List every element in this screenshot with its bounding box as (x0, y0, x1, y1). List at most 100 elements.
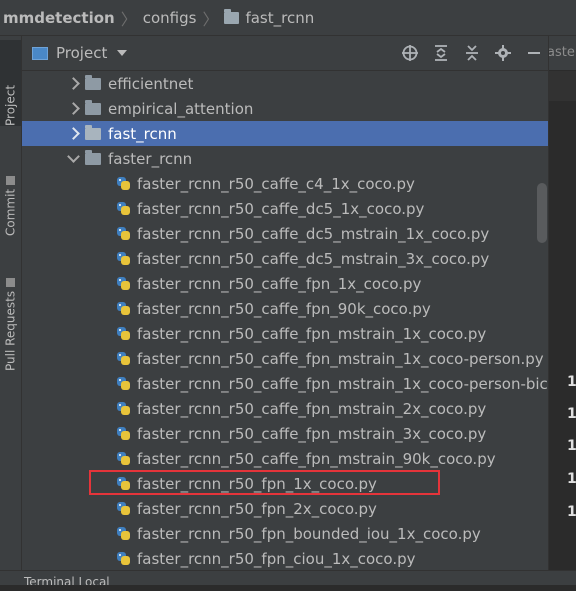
collapse-all-icon[interactable] (462, 43, 482, 63)
chevron-right-icon[interactable] (66, 102, 80, 115)
tree-folder-fast-rcnn[interactable]: fast_rcnn (22, 121, 548, 146)
line-number: 1 (567, 504, 576, 520)
tool-tab-pull-requests-label: Pull Requests (3, 290, 18, 371)
pull-request-icon (6, 277, 15, 287)
editor-tab-label: aste (549, 45, 575, 60)
tree-file-label: faster_rcnn_r50_caffe_fpn_mstrain_1x_coc… (137, 324, 487, 343)
tree-file-label: faster_rcnn_r50_caffe_fpn_mstrain_3x_coc… (137, 424, 487, 443)
tree-file[interactable]: faster_rcnn_r50_fpn_bounded_iou_1x_coco.… (22, 521, 548, 546)
folder-icon (85, 124, 101, 140)
python-file-icon (116, 226, 131, 241)
folder-icon (224, 8, 240, 24)
tree-file[interactable]: faster_rcnn_r50_caffe_fpn_mstrain_90k_co… (22, 446, 548, 471)
locate-icon[interactable] (400, 43, 420, 63)
tree-file[interactable]: faster_rcnn_r50_caffe_fpn_mstrain_3x_coc… (22, 421, 548, 446)
tree-file[interactable]: faster_rcnn_r50_caffe_fpn_mstrain_1x_coc… (22, 321, 548, 346)
chevron-right-icon[interactable] (66, 77, 80, 90)
tree-file[interactable]: faster_rcnn_r50_caffe_fpn_mstrain_1x_coc… (22, 371, 548, 396)
tree-file-label: faster_rcnn_r50_caffe_fpn_90k_coco.py (137, 299, 431, 318)
project-panel: Project efficientnet empirical_attention… (22, 36, 548, 584)
gear-icon[interactable] (493, 43, 513, 63)
tree-file-label: faster_rcnn_r50_caffe_dc5_mstrain_3x_coc… (137, 249, 490, 268)
project-window-icon (32, 46, 48, 60)
breadcrumb: mmdetection 〉 configs 〉 fast_rcnn (0, 0, 576, 36)
tool-tab-project[interactable]: Project (0, 40, 21, 126)
chevron-down-icon[interactable] (117, 50, 128, 56)
tree-file-label: faster_rcnn_r50_caffe_dc5_1x_coco.py (137, 199, 425, 218)
python-file-icon (116, 451, 131, 466)
tree-file-label: faster_rcnn_r50_caffe_c4_1x_coco.py (137, 174, 415, 193)
line-number: 1 (567, 406, 576, 422)
tree-file[interactable]: faster_rcnn_r50_caffe_fpn_mstrain_1x_coc… (22, 346, 548, 371)
python-file-icon (116, 551, 131, 566)
line-number: 1 (567, 438, 576, 454)
project-tree: efficientnet empirical_attention fast_rc… (22, 71, 548, 591)
tree-file[interactable]: faster_rcnn_r50_caffe_fpn_mstrain_2x_coc… (22, 396, 548, 421)
folder-icon (85, 99, 101, 115)
bottom-tool-bar: Terminal Local (0, 570, 576, 585)
project-view-title[interactable]: Project (56, 44, 107, 62)
python-file-icon (116, 376, 131, 391)
breadcrumb-item-configs[interactable]: configs (143, 9, 197, 27)
chevron-right-icon: 〉 (120, 9, 137, 29)
tree-folder-label: faster_rcnn (108, 149, 193, 168)
tool-tab-pull-requests[interactable]: Pull Requests (0, 261, 21, 371)
chevron-right-icon: 〉 (202, 9, 219, 29)
tree-file[interactable]: faster_rcnn_r50_caffe_fpn_90k_coco.py (22, 296, 548, 321)
tree-file-label: faster_rcnn_r50_caffe_dc5_mstrain_1x_coc… (137, 224, 490, 243)
tree-file-label: faster_rcnn_r50_fpn_ciou_1x_coco.py (137, 549, 416, 568)
editor-tab[interactable]: aste (549, 36, 576, 70)
breadcrumb-item-fast-rcnn[interactable]: fast_rcnn (245, 9, 314, 27)
tree-file-label: faster_rcnn_r50_caffe_fpn_1x_coco.py (137, 274, 422, 293)
tree-folder-empirical-attention[interactable]: empirical_attention (22, 96, 548, 121)
tree-file-label: faster_rcnn_r50_caffe_fpn_mstrain_1x_coc… (137, 349, 544, 368)
tree-file[interactable]: faster_rcnn_r50_caffe_dc5_1x_coco.py (22, 196, 548, 221)
tree-folder-label: empirical_attention (108, 99, 254, 118)
tree-file-label: faster_rcnn_r50_caffe_fpn_mstrain_90k_co… (137, 449, 496, 468)
tree-file-label: faster_rcnn_r50_caffe_fpn_mstrain_2x_coc… (137, 399, 487, 418)
breadcrumb-root[interactable]: mmdetection (3, 9, 115, 27)
tree-file[interactable]: faster_rcnn_r50_caffe_dc5_mstrain_3x_coc… (22, 246, 548, 271)
tree-folder-label: fast_rcnn (108, 124, 177, 143)
panel-toolbar (389, 36, 548, 70)
commit-icon (6, 175, 15, 185)
folder-icon (85, 149, 101, 165)
python-file-icon (116, 276, 131, 291)
line-number: 1 (567, 471, 576, 487)
python-file-icon (116, 326, 131, 341)
tool-tab-project-label: Project (3, 84, 18, 126)
python-file-icon (116, 426, 131, 441)
tool-window-strip: Project Commit Pull Requests (0, 36, 22, 584)
tree-file[interactable]: faster_rcnn_r50_caffe_c4_1x_coco.py (22, 171, 548, 196)
folder-icon (85, 74, 101, 90)
python-file-icon (116, 501, 131, 516)
project-panel-header: Project (22, 36, 548, 71)
python-file-icon (116, 251, 131, 266)
python-file-icon (116, 526, 131, 541)
python-file-icon (116, 401, 131, 416)
editor-toolbar (549, 71, 576, 101)
highlight-annotation-box (89, 470, 440, 495)
chevron-right-icon[interactable] (66, 127, 80, 140)
tree-file[interactable]: faster_rcnn_r50_fpn_ciou_1x_coco.py (22, 546, 548, 571)
python-file-icon (116, 301, 131, 316)
tree-file-label: faster_rcnn_r50_caffe_fpn_mstrain_1x_coc… (137, 374, 548, 393)
tree-file[interactable]: faster_rcnn_r50_caffe_fpn_1x_coco.py (22, 271, 548, 296)
tree-folder-efficientnet[interactable]: efficientnet (22, 71, 548, 96)
tree-file[interactable]: faster_rcnn_r50_fpn_2x_coco.py (22, 496, 548, 521)
tree-folder-label: efficientnet (108, 74, 194, 93)
tree-file-label: faster_rcnn_r50_fpn_bounded_iou_1x_coco.… (137, 524, 481, 543)
minimize-icon[interactable] (524, 43, 544, 63)
expand-all-icon[interactable] (431, 43, 451, 63)
tool-tab-commit-label: Commit (3, 188, 18, 236)
vertical-scrollbar[interactable] (537, 183, 547, 243)
python-file-icon (116, 201, 131, 216)
python-file-icon (116, 351, 131, 366)
tree-file-label: faster_rcnn_r50_fpn_2x_coco.py (137, 499, 377, 518)
tree-folder-faster-rcnn[interactable]: faster_rcnn (22, 146, 548, 171)
editor-area: aste 1 1 1 1 1 (548, 36, 576, 584)
chevron-down-icon[interactable] (66, 150, 80, 163)
line-number: 1 (567, 374, 576, 390)
tool-tab-commit[interactable]: Commit (0, 166, 21, 236)
tree-file[interactable]: faster_rcnn_r50_caffe_dc5_mstrain_1x_coc… (22, 221, 548, 246)
